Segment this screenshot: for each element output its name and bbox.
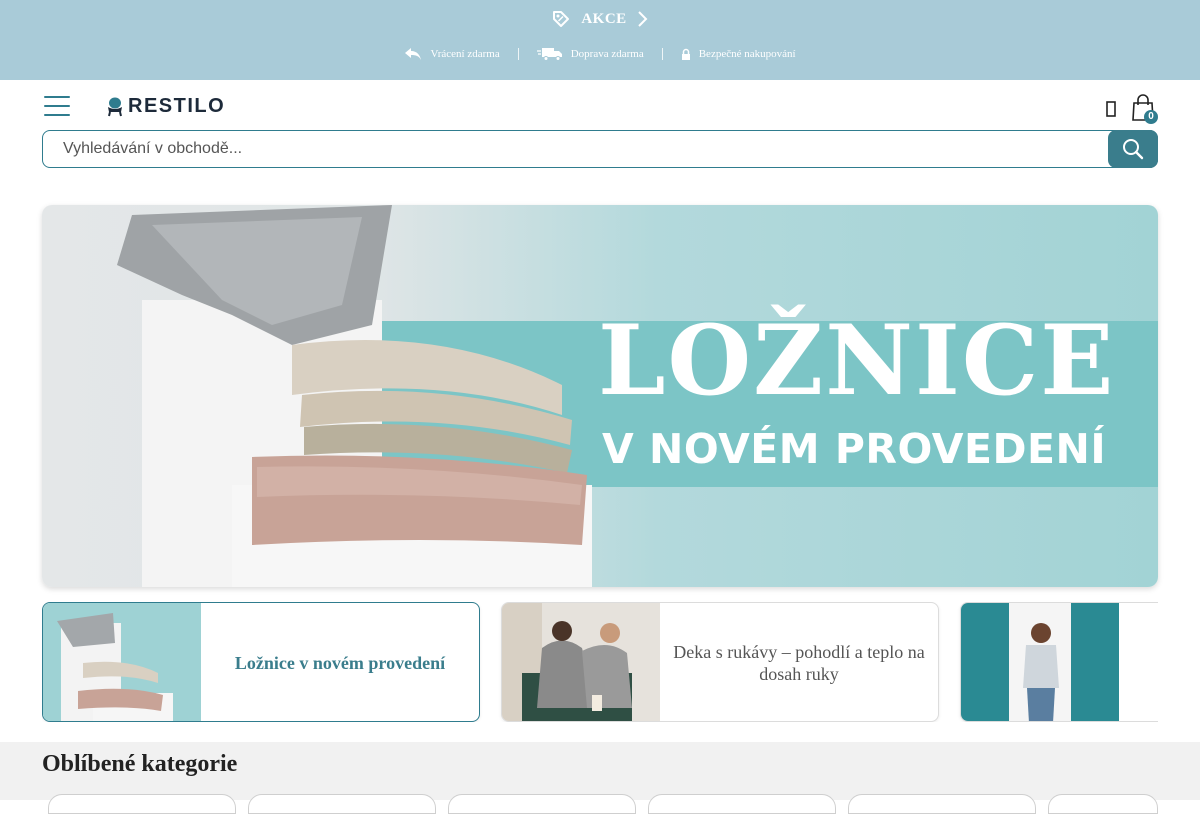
hero-title: LOŽNICE (598, 304, 1116, 417)
usp-label: Bezpečné nakupování (698, 48, 796, 60)
price-tag-icon (553, 11, 570, 27)
card-image-curtains (961, 603, 1119, 721)
return-arrow-icon (405, 48, 422, 60)
category-tile[interactable] (848, 794, 1036, 814)
hero-subtitle: V NOVÉM PROVEDENÍ (602, 425, 1107, 473)
usp-divider (661, 48, 663, 60)
favorite-categories-section: Oblíbené kategorie (0, 742, 1200, 814)
site-logo[interactable]: RESTILO (106, 95, 225, 118)
card-image-bedroom (43, 603, 201, 721)
card-label: Deka s rukávy – pohodlí a teplo na dosah… (673, 642, 925, 684)
promo-link-akce[interactable]: AKCE (0, 8, 1200, 30)
search-input[interactable] (43, 131, 1109, 167)
top-promo-bar: AKCE Vrácení zdarma Doprava zdarma Bezpe… (0, 0, 1200, 80)
category-tile[interactable] (1048, 794, 1158, 814)
promo-card-deka[interactable]: Deka s rukávy – pohodlí a teplo na dosah… (501, 602, 939, 722)
promo-cards-carousel: Ložnice v novém provedení Deka s rukávy … (42, 602, 1158, 722)
lock-icon (681, 48, 690, 60)
promo-label: AKCE (581, 10, 627, 27)
usp-label: Vrácení zdarma (430, 48, 500, 60)
search-submit-button[interactable] (1108, 130, 1158, 168)
usp-label: Doprava zdarma (570, 48, 644, 60)
hero-banner[interactable]: LOŽNICE V NOVÉM PROVEDENÍ (42, 205, 1158, 587)
site-header: RESTILO 0 (0, 80, 1200, 180)
menu-hamburger-button[interactable] (44, 96, 70, 116)
chevron-right-icon (637, 11, 648, 27)
usp-item-shipping: Doprava zdarma (519, 47, 662, 61)
card-label (1119, 603, 1158, 721)
usp-list: Vrácení zdarma Doprava zdarma Bezpečné n… (0, 44, 1200, 64)
category-tile[interactable] (448, 794, 636, 814)
usp-divider (517, 48, 519, 60)
section-title: Oblíbené kategorie (42, 751, 238, 777)
folded-blankets-image (117, 205, 587, 545)
category-tile[interactable] (48, 794, 236, 814)
delivery-truck-icon (536, 48, 562, 61)
armchair-logo-icon (108, 97, 122, 116)
promo-card-loznice[interactable]: Ložnice v novém provedení (42, 602, 480, 722)
promo-card-curtains[interactable] (960, 602, 1158, 722)
logo-text: RESTILO (128, 95, 226, 117)
cart-button[interactable]: 0 (1130, 94, 1158, 124)
usp-item-secure: Bezpečné nakupování (663, 48, 814, 61)
category-tile[interactable] (248, 794, 436, 814)
cart-count-badge: 0 (1144, 110, 1158, 124)
card-image-blanket-couple (502, 603, 660, 721)
search-icon (1123, 139, 1144, 160)
search-bar (42, 130, 1158, 168)
category-tile[interactable] (648, 794, 836, 814)
user-account-icon[interactable] (1104, 100, 1118, 118)
card-label: Ložnice v novém provedení (234, 653, 446, 673)
usp-item-returns: Vrácení zdarma (386, 47, 517, 61)
